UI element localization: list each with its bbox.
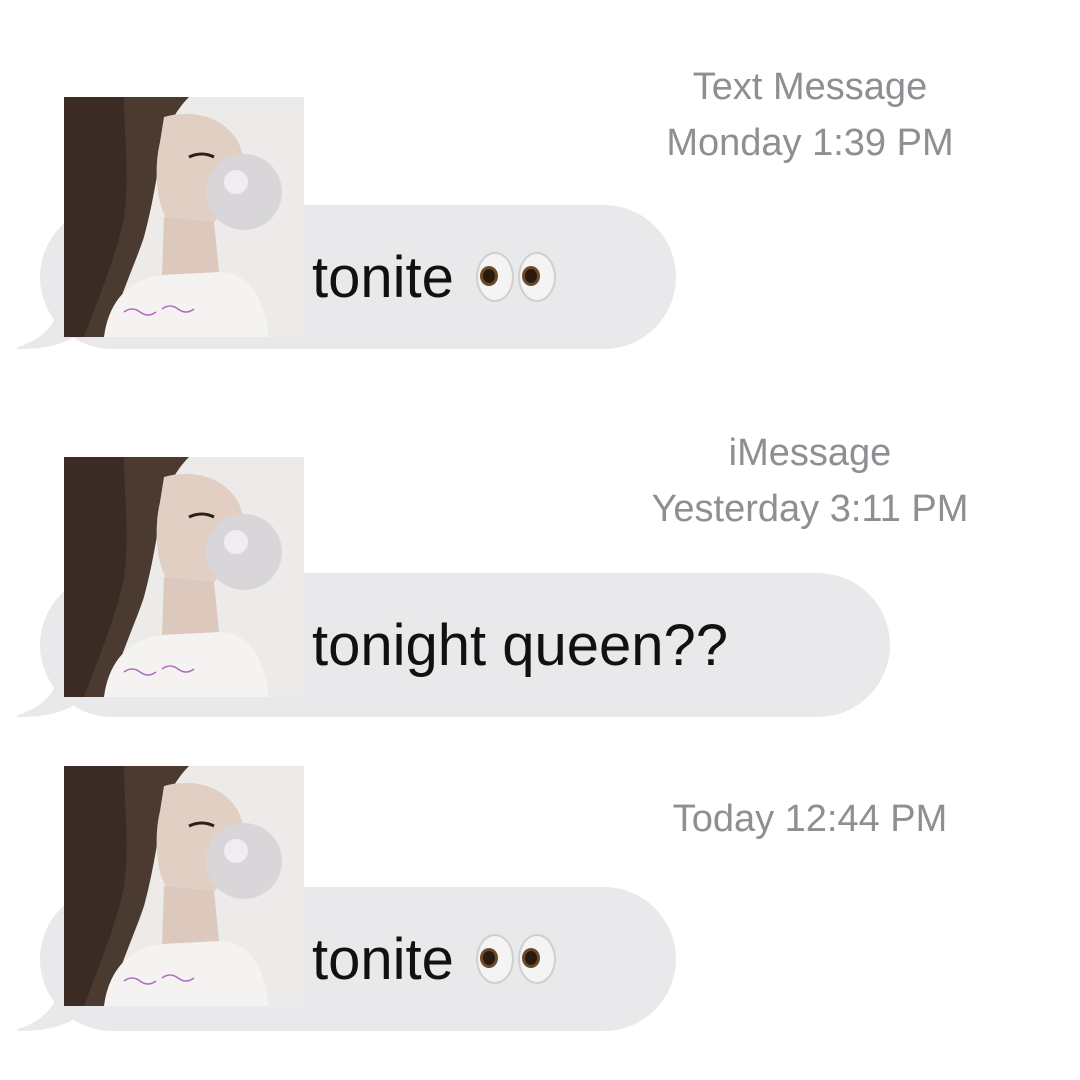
- sender-photo[interactable]: [64, 457, 304, 697]
- message-content: tonite: [312, 205, 556, 349]
- timestamp-label: Monday 1:39 PM: [666, 122, 954, 164]
- timestamp-header: iMessage Yesterday 3:11 PM: [600, 425, 1020, 537]
- eyes-emoji-icon: [475, 252, 556, 302]
- timestamp-label: Yesterday 3:11 PM: [651, 488, 969, 530]
- message-text: tonite: [312, 926, 454, 992]
- sender-photo[interactable]: [64, 97, 304, 337]
- message-content: tonight queen??: [312, 573, 728, 717]
- service-label: iMessage: [728, 432, 892, 474]
- timestamp-header: Text Message Monday 1:39 PM: [600, 59, 1020, 171]
- service-label: Text Message: [692, 66, 928, 108]
- eyes-emoji-icon: [475, 934, 556, 984]
- timestamp-label: Today 12:44 PM: [672, 798, 948, 840]
- message-thread: Text Message Monday 1:39 PM tonite iMess…: [0, 0, 1080, 1080]
- timestamp-header: Today 12:44 PM: [600, 791, 1020, 847]
- message-content: tonite: [312, 887, 556, 1031]
- sender-photo[interactable]: [64, 766, 304, 1006]
- message-text: tonite: [312, 244, 454, 310]
- message-text: tonight queen??: [312, 612, 729, 678]
